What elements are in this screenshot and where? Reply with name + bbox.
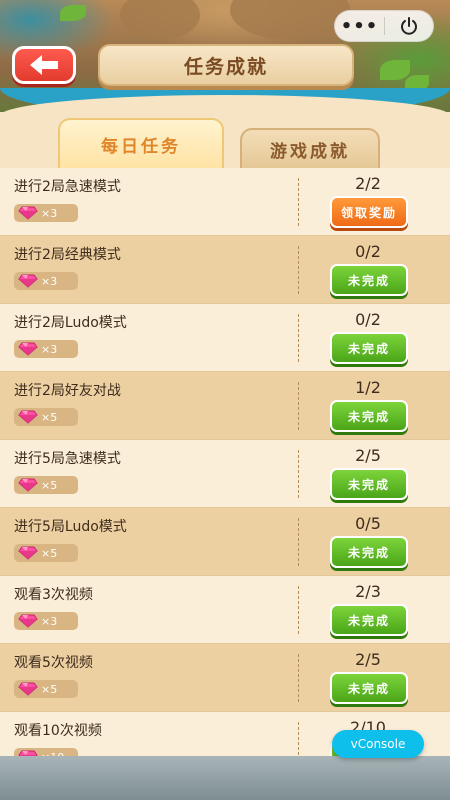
- reward-badge: ×3: [14, 204, 78, 222]
- back-button[interactable]: [12, 46, 76, 84]
- row-divider: [298, 518, 299, 566]
- reward-count: ×3: [41, 274, 58, 288]
- gem-icon: [18, 614, 38, 628]
- vconsole-label: vConsole: [350, 737, 406, 751]
- task-list: 进行2局急速模式 ×3 2/2 领取奖励 进行2局经典模式 ×3 0/2 未完成 进行2局Lud…: [0, 168, 450, 780]
- task-name: 观看5次视频: [14, 655, 93, 671]
- task-progress: 2/2: [355, 174, 381, 193]
- incomplete-button[interactable]: 未完成: [330, 332, 408, 364]
- reward-badge: ×3: [14, 612, 78, 630]
- reward-count: ×5: [41, 410, 58, 424]
- page-title-plaque: 任务成就: [98, 44, 354, 86]
- task-row: 进行2局Ludo模式 ×3 0/2 未完成: [0, 304, 450, 372]
- task-row: 进行5局Ludo模式 ×5 0/5 未完成: [0, 508, 450, 576]
- task-name: 观看3次视频: [14, 587, 93, 603]
- row-divider: [298, 450, 299, 498]
- gem-icon: [18, 682, 38, 696]
- gem-icon: [18, 274, 38, 288]
- bottom-bar: [0, 756, 450, 800]
- gem-icon: [18, 546, 38, 560]
- power-icon: [401, 17, 417, 35]
- gem-icon: [18, 478, 38, 492]
- gem-icon: [18, 206, 38, 220]
- gem-icon: [18, 342, 38, 356]
- task-progress: 0/2: [355, 242, 381, 261]
- task-row: 进行2局急速模式 ×3 2/2 领取奖励: [0, 168, 450, 236]
- task-progress: 2/5: [355, 650, 381, 669]
- row-divider: [298, 586, 299, 634]
- task-progress: 0/2: [355, 310, 381, 329]
- more-menu-button[interactable]: •••: [335, 10, 384, 42]
- reward-count: ×3: [41, 206, 58, 220]
- task-progress: 2/5: [355, 446, 381, 465]
- task-row: 进行5局急速模式 ×5 2/5 未完成: [0, 440, 450, 508]
- reward-count: ×3: [41, 614, 58, 628]
- task-name: 进行5局Ludo模式: [14, 519, 127, 535]
- task-name: 进行2局经典模式: [14, 247, 121, 263]
- task-progress: 1/2: [355, 378, 381, 397]
- reward-badge: ×5: [14, 476, 78, 494]
- incomplete-button[interactable]: 未完成: [330, 264, 408, 296]
- reward-count: ×5: [41, 682, 58, 696]
- reward-badge: ×3: [14, 272, 78, 290]
- reward-badge: ×5: [14, 680, 78, 698]
- reward-badge: ×5: [14, 544, 78, 562]
- task-progress: 2/3: [355, 582, 381, 601]
- reward-badge: ×3: [14, 340, 78, 358]
- incomplete-button[interactable]: 未完成: [330, 672, 408, 704]
- incomplete-button[interactable]: 未完成: [330, 468, 408, 500]
- reward-count: ×3: [41, 342, 58, 356]
- task-row: 观看5次视频 ×5 2/5 未完成: [0, 644, 450, 712]
- incomplete-button[interactable]: 未完成: [330, 536, 408, 568]
- task-row: 进行2局经典模式 ×3 0/2 未完成: [0, 236, 450, 304]
- page-title: 任务成就: [183, 55, 268, 78]
- task-name: 进行2局Ludo模式: [14, 315, 127, 331]
- incomplete-button[interactable]: 未完成: [330, 604, 408, 636]
- incomplete-button[interactable]: 未完成: [330, 400, 408, 432]
- row-divider: [298, 246, 299, 294]
- tab-label: 每日任务: [101, 136, 181, 157]
- task-name: 进行2局急速模式: [14, 179, 121, 195]
- vconsole-button[interactable]: vConsole: [332, 730, 424, 758]
- reward-count: ×5: [41, 478, 58, 492]
- claim-reward-button[interactable]: 领取奖励: [330, 196, 408, 228]
- reward-badge: ×5: [14, 408, 78, 426]
- task-name: 观看10次视频: [14, 723, 102, 739]
- tab-daily-tasks[interactable]: 每日任务: [58, 118, 224, 168]
- task-name: 进行5局急速模式: [14, 451, 121, 467]
- row-divider: [298, 654, 299, 702]
- task-name: 进行2局好友对战: [14, 383, 121, 399]
- miniprogram-capsule: •••: [334, 10, 434, 42]
- back-arrow-icon: [30, 55, 58, 75]
- task-row: 观看3次视频 ×3 2/3 未完成: [0, 576, 450, 644]
- tab-game-achievements[interactable]: 游戏成就: [240, 128, 380, 168]
- close-program-button[interactable]: [385, 10, 433, 42]
- row-divider: [298, 314, 299, 362]
- tab-label: 游戏成就: [270, 141, 350, 162]
- row-divider: [298, 382, 299, 430]
- gem-icon: [18, 410, 38, 424]
- row-divider: [298, 178, 299, 226]
- task-row: 进行2局好友对战 ×5 1/2 未完成: [0, 372, 450, 440]
- reward-count: ×5: [41, 546, 58, 560]
- task-progress: 0/5: [355, 514, 381, 533]
- more-icon: •••: [340, 15, 379, 37]
